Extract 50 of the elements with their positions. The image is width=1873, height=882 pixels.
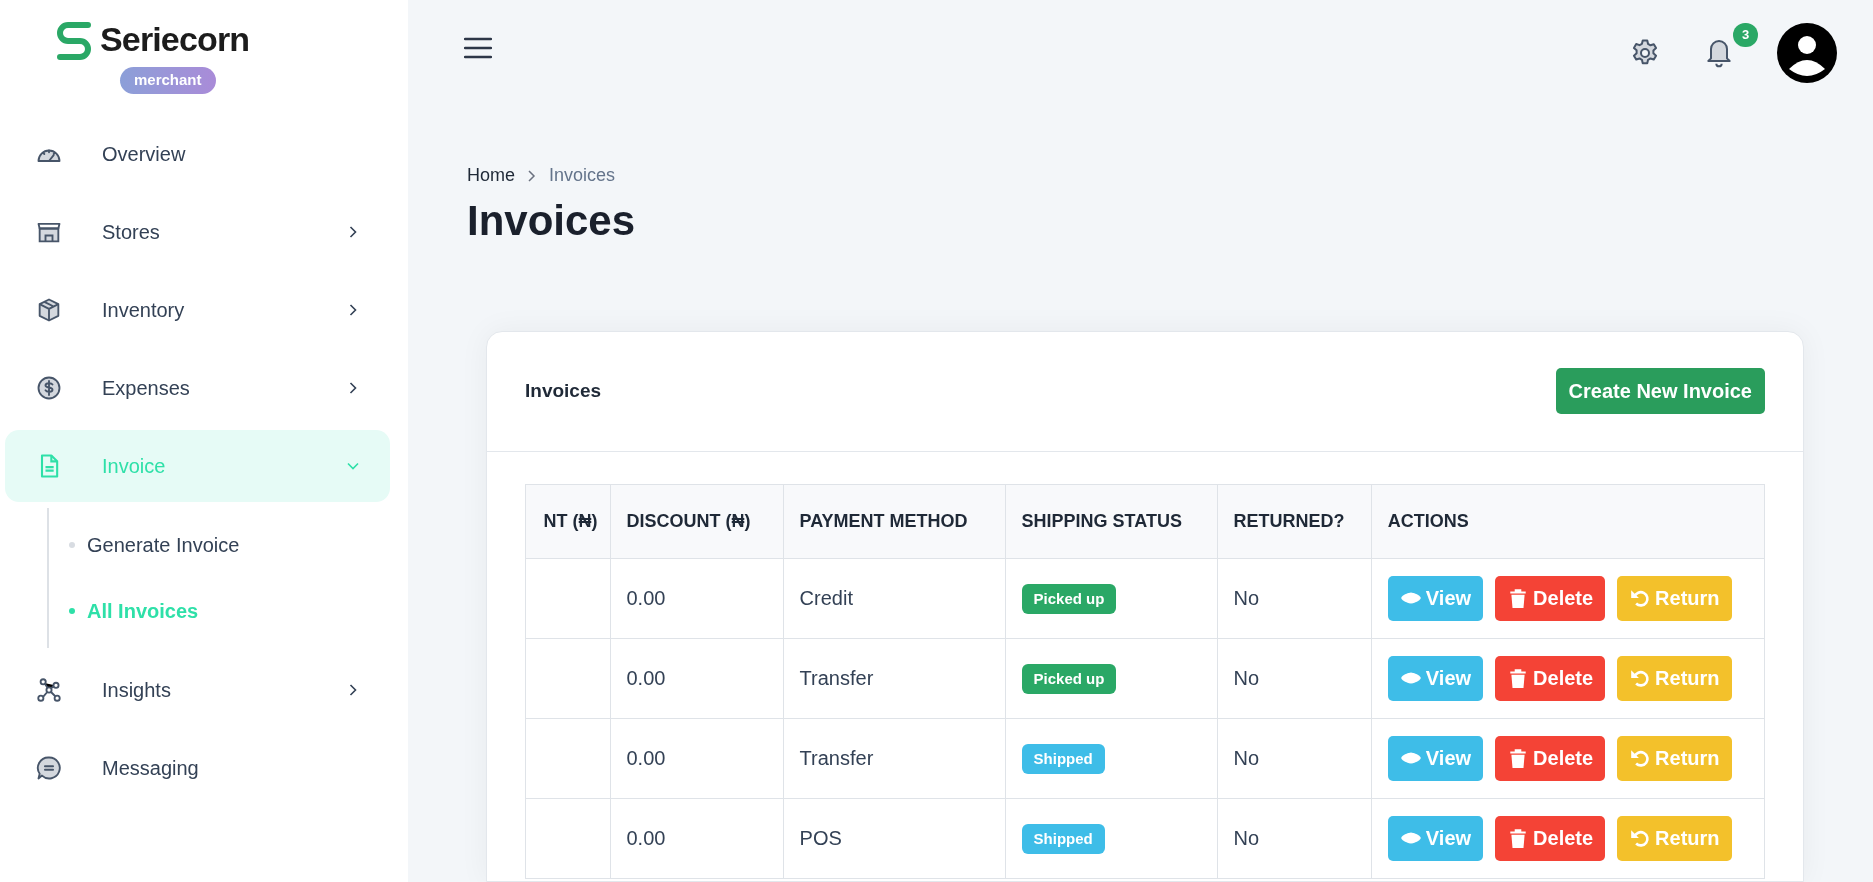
table-cell: Transfer xyxy=(799,667,874,689)
sidebar-item[interactable]: Messaging xyxy=(5,731,390,804)
column-header: PAYMENT METHOD xyxy=(799,510,968,531)
delete-button[interactable]: Delete xyxy=(1495,735,1606,781)
chevron-right-icon xyxy=(527,168,537,183)
sidebar-item[interactable]: Overview xyxy=(5,117,390,190)
table-cell: POS xyxy=(799,827,842,849)
role-badge: merchant xyxy=(120,67,216,94)
view-button[interactable]: View xyxy=(1387,815,1484,861)
status-badge: Picked up xyxy=(1021,663,1117,695)
column-header: DISCOUNT (₦) xyxy=(626,510,751,531)
network-icon xyxy=(35,675,63,704)
brand-name: Seriecorn xyxy=(100,19,250,60)
view-button[interactable]: View xyxy=(1387,575,1484,621)
delete-button[interactable]: Delete xyxy=(1495,575,1606,621)
notification-count: 3 xyxy=(1733,23,1759,47)
menu-icon[interactable] xyxy=(464,37,492,59)
table-cell: No xyxy=(1233,747,1260,769)
sidebar-item[interactable]: Insights xyxy=(5,653,390,726)
create-invoice-button[interactable]: Create New Invoice xyxy=(1555,368,1765,414)
table-cell: 0.00 xyxy=(626,827,666,849)
delete-button[interactable]: Delete xyxy=(1495,815,1606,861)
status-badge: Picked up xyxy=(1021,583,1117,615)
column-header: ACTIONS xyxy=(1387,510,1469,531)
view-button[interactable]: View xyxy=(1387,655,1484,701)
sidebar-item[interactable]: Expenses xyxy=(5,351,390,424)
column-header: RETURNED? xyxy=(1233,510,1345,531)
table-cell: No xyxy=(1233,587,1260,609)
table-cell: No xyxy=(1233,667,1260,689)
breadcrumb-current: Invoices xyxy=(549,164,616,187)
sidebar-item[interactable]: Inventory xyxy=(5,273,390,346)
table-cell: 0.00 xyxy=(626,747,666,769)
avatar-icon[interactable] xyxy=(1777,23,1837,83)
status-badge: Shipped xyxy=(1021,823,1105,855)
view-button[interactable]: View xyxy=(1387,735,1484,781)
submenu-item[interactable]: Generate Invoice xyxy=(87,529,240,560)
page-title: Invoices xyxy=(467,196,637,246)
table-cell: Credit xyxy=(799,587,853,609)
sidebar-item[interactable]: Stores xyxy=(5,195,390,268)
table-cell: 0.00 xyxy=(626,667,666,689)
column-header: SHIPPING STATUS xyxy=(1021,510,1182,531)
column-header: NT (₦) xyxy=(543,510,598,531)
card-title: Invoices xyxy=(525,378,602,403)
table-cell: Transfer xyxy=(799,747,874,769)
breadcrumb-link[interactable]: Home xyxy=(467,162,515,189)
delete-button[interactable]: Delete xyxy=(1495,655,1606,701)
status-badge: Shipped xyxy=(1021,743,1105,775)
notification-icon[interactable] xyxy=(1705,37,1733,69)
table-cell: 0.00 xyxy=(626,587,666,609)
table-cell: No xyxy=(1233,827,1260,849)
